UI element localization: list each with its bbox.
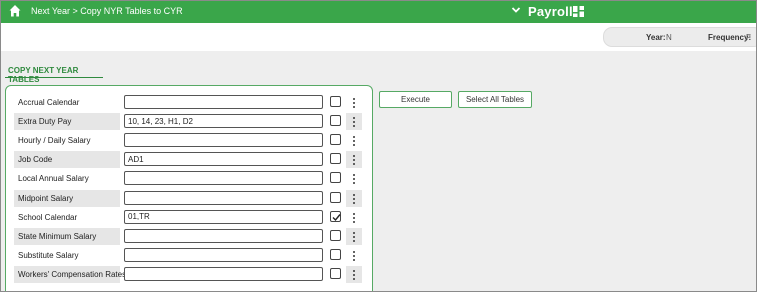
table-copy-checkbox[interactable] xyxy=(330,172,341,184)
app-frame: Next Year > Copy NYR Tables to CYR Payro… xyxy=(0,0,757,292)
tab-underline xyxy=(5,77,103,78)
status-pill: Year: N Frequency: F xyxy=(603,27,756,47)
tab-copy-next-year-tables[interactable]: COPY NEXT YEAR TABLES xyxy=(5,63,103,84)
more-options-icon[interactable] xyxy=(346,170,362,187)
table-row: School Calendar xyxy=(14,209,374,226)
table-codes-input[interactable] xyxy=(124,95,323,109)
table-codes-input[interactable] xyxy=(124,228,323,243)
year-label: Year: xyxy=(646,33,666,42)
table-codes-input[interactable] xyxy=(124,209,323,224)
grid-icon[interactable] xyxy=(573,6,584,17)
more-options-icon[interactable] xyxy=(346,189,362,207)
app-title: Payroll xyxy=(528,4,573,19)
year-value: N xyxy=(666,33,672,42)
chevron-down-icon[interactable] xyxy=(511,5,521,15)
frequency-value: F xyxy=(746,33,751,42)
more-options-icon[interactable] xyxy=(346,227,362,245)
table-copy-checkbox[interactable] xyxy=(330,248,341,260)
table-label: Workers' Compensation Rates xyxy=(14,265,126,283)
table-codes-input[interactable] xyxy=(124,247,323,262)
table-label: Job Code xyxy=(14,151,120,169)
table-row: Midpoint Salary xyxy=(14,189,374,207)
table-codes-input[interactable] xyxy=(124,171,323,186)
table-label: Hourly / Daily Salary xyxy=(18,136,91,146)
table-copy-checkbox[interactable] xyxy=(330,96,341,107)
more-options-icon[interactable] xyxy=(346,132,362,149)
tables-panel: Accrual Calendar Extra Duty Pay Hourly / D… xyxy=(5,85,374,291)
table-label: State Minimum Salary xyxy=(14,227,120,245)
more-options-icon[interactable] xyxy=(346,113,362,131)
table-row: Local Annual Salary xyxy=(14,170,374,187)
table-codes-input[interactable] xyxy=(124,114,323,129)
table-row: Workers' Compensation Rates xyxy=(14,265,374,283)
table-copy-checkbox[interactable] xyxy=(330,267,341,279)
table-label: Extra Duty Pay xyxy=(14,113,120,131)
table-row: Accrual Calendar xyxy=(14,94,374,111)
more-options-icon[interactable] xyxy=(346,209,362,226)
checkmark-icon xyxy=(332,213,341,221)
table-label: Substitute Salary xyxy=(18,250,79,260)
more-options-icon[interactable] xyxy=(346,94,362,111)
table-copy-checkbox[interactable] xyxy=(330,115,341,127)
execute-button[interactable]: Execute xyxy=(379,91,452,108)
table-codes-input[interactable] xyxy=(124,190,323,205)
table-row: Substitute Salary xyxy=(14,247,374,264)
home-icon[interactable] xyxy=(9,4,21,18)
table-codes-input[interactable] xyxy=(124,133,323,148)
more-options-icon[interactable] xyxy=(346,151,362,169)
select-all-tables-button[interactable]: Select All Tables xyxy=(458,91,532,108)
table-row: Extra Duty Pay xyxy=(14,113,374,131)
table-label: Local Annual Salary xyxy=(18,174,89,184)
more-options-icon[interactable] xyxy=(346,265,362,283)
table-row: Hourly / Daily Salary xyxy=(14,132,374,149)
table-codes-input[interactable] xyxy=(124,152,323,167)
top-bar: Next Year > Copy NYR Tables to CYR Payro… xyxy=(1,1,756,23)
more-options-icon[interactable] xyxy=(346,247,362,264)
table-row: State Minimum Salary xyxy=(14,227,374,245)
table-codes-input[interactable] xyxy=(124,266,323,281)
table-copy-checkbox[interactable] xyxy=(330,210,341,222)
table-copy-checkbox[interactable] xyxy=(330,191,341,203)
table-label: School Calendar xyxy=(18,212,78,222)
frequency-label: Frequency: xyxy=(708,33,752,42)
table-label: Midpoint Salary xyxy=(14,189,120,207)
table-copy-checkbox[interactable] xyxy=(330,229,341,241)
table-label: Accrual Calendar xyxy=(18,98,80,107)
table-row: Job Code xyxy=(14,151,374,169)
table-copy-checkbox[interactable] xyxy=(330,134,341,146)
table-copy-checkbox[interactable] xyxy=(330,153,341,165)
breadcrumb: Next Year > Copy NYR Tables to CYR xyxy=(31,6,183,16)
